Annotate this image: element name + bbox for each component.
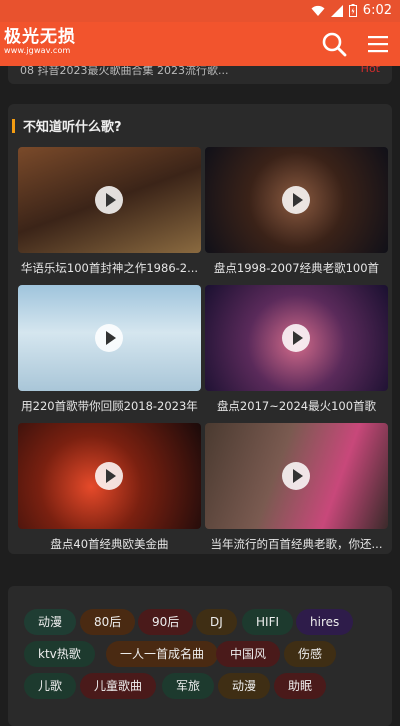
status-time: 6:02: [362, 3, 392, 18]
tag-sleep[interactable]: 助眠: [274, 673, 327, 699]
play-icon[interactable]: [282, 324, 310, 352]
playlist-tile[interactable]: 盘点40首经典欧美金曲: [18, 423, 201, 552]
playlist-caption: 当年流行的百首经典老歌，你还...: [210, 537, 383, 551]
tag-military[interactable]: 军旅: [162, 673, 215, 699]
tag-sad[interactable]: 伤感: [284, 641, 337, 667]
playlist-thumbnail[interactable]: [205, 147, 388, 253]
tag-chinese-style[interactable]: 中国风: [216, 641, 281, 667]
status-icons: 6:02: [311, 3, 392, 18]
battery-icon: [348, 4, 357, 17]
playlist-tile[interactable]: 盘点2017~2024最火100首歌: [205, 285, 388, 414]
wifi-icon: [311, 5, 325, 16]
tag-one-hit[interactable]: 一人一首成名曲: [106, 641, 219, 667]
playlist-tile[interactable]: 用220首歌带你回顾2018-2023年: [18, 285, 201, 414]
playlist-thumbnail[interactable]: [18, 285, 201, 391]
section-title: 不知道听什么歌?: [23, 120, 122, 135]
playlist-thumbnail[interactable]: [18, 423, 201, 529]
tag-dj[interactable]: DJ: [196, 609, 237, 635]
app-bar: 极光无损 www.jgwav.com: [0, 22, 400, 66]
playlist-caption: 用220首歌带你回顾2018-2023年: [21, 399, 198, 413]
logo-title: 极光无损: [4, 27, 76, 47]
playlist-tile[interactable]: 当年流行的百首经典老歌，你还...: [205, 423, 388, 552]
section-accent-bar: [12, 118, 15, 133]
tag-kids-songs[interactable]: 儿童歌曲: [80, 673, 157, 699]
playlist-thumbnail[interactable]: [18, 147, 201, 253]
status-bar: 6:02: [0, 0, 400, 22]
signal-icon: [330, 4, 343, 17]
app-logo[interactable]: 极光无损 www.jgwav.com: [4, 28, 76, 55]
play-icon[interactable]: [95, 462, 123, 490]
recommend-section: 不知道听什么歌? 华语乐坛100首封神之作1986-2... 盘点1998-20…: [8, 104, 392, 554]
playlist-caption: 华语乐坛100首封神之作1986-2...: [20, 261, 199, 275]
tag-anime[interactable]: 动漫: [24, 609, 77, 635]
tag-hires[interactable]: hires: [296, 609, 354, 635]
playlist-caption: 盘点1998-2007经典老歌100首: [213, 261, 380, 275]
play-icon[interactable]: [95, 186, 123, 214]
playlist-thumbnail[interactable]: [205, 423, 388, 529]
tag-kids[interactable]: 儿歌: [24, 673, 77, 699]
playlist-thumbnail[interactable]: [205, 285, 388, 391]
genre-tag-section: 动漫 80后 90后 DJ HIFI hires ktv热歌 一人一首成名曲 中…: [8, 586, 392, 726]
tag-hifi[interactable]: HIFI: [242, 609, 294, 635]
section-header: 不知道听什么歌?: [12, 116, 122, 135]
play-icon[interactable]: [95, 324, 123, 352]
play-icon[interactable]: [282, 462, 310, 490]
search-icon[interactable]: [321, 31, 347, 57]
logo-url: www.jgwav.com: [4, 46, 71, 55]
tag-90s[interactable]: 90后: [138, 609, 194, 635]
play-icon[interactable]: [282, 186, 310, 214]
tag-80s[interactable]: 80后: [80, 609, 136, 635]
playlist-caption: 盘点40首经典欧美金曲: [50, 537, 169, 551]
playlist-tile[interactable]: 盘点1998-2007经典老歌100首: [205, 147, 388, 276]
tag-anime-2[interactable]: 动漫: [218, 673, 271, 699]
playlist-tile[interactable]: 华语乐坛100首封神之作1986-2...: [18, 147, 201, 276]
playlist-caption: 盘点2017~2024最火100首歌: [216, 399, 377, 413]
tag-ktv[interactable]: ktv热歌: [24, 641, 95, 667]
menu-icon[interactable]: [366, 33, 390, 55]
